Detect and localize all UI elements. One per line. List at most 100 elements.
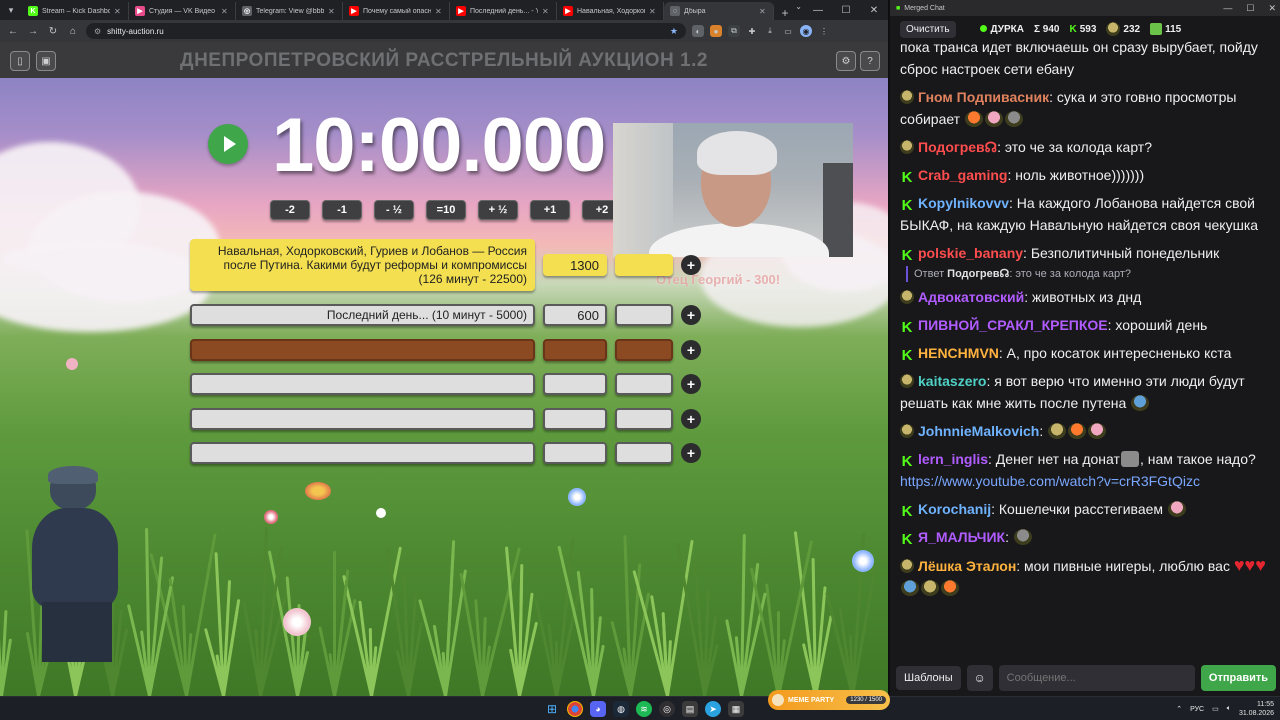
telegram-icon[interactable]: ➤ [705, 701, 721, 717]
time-adjust-button[interactable]: -2 [270, 200, 310, 220]
templates-button[interactable]: Шаблоны [896, 666, 961, 690]
lot-name-field[interactable] [190, 373, 535, 395]
lot-extra-field[interactable] [615, 408, 673, 430]
clear-chat-button[interactable]: Очистить [900, 20, 956, 38]
lot-name-field[interactable]: Навальная, Ходорковский, Гуриев и Лобано… [190, 239, 535, 291]
chat-username[interactable]: polskie_banany [918, 245, 1023, 261]
app-icon[interactable]: ▦ [728, 701, 744, 717]
split-view-icon[interactable]: ▭ [782, 25, 794, 37]
browser-tab[interactable]: ▶ Последний день... - YouTu ✕ [450, 2, 557, 20]
volume-icon[interactable]: 🔈︎ [1227, 705, 1231, 713]
lot-name-field[interactable] [190, 442, 535, 464]
lot-amount-field[interactable] [543, 339, 607, 361]
bookmark-star-icon[interactable]: ★ [670, 26, 678, 37]
add-to-lot-button[interactable]: + [681, 255, 701, 275]
lot-extra-field[interactable] [615, 339, 673, 361]
discord-icon[interactable]: ◕ [590, 701, 606, 717]
tab-close-icon[interactable]: ✕ [759, 7, 767, 16]
lot-extra-field[interactable] [615, 442, 673, 464]
chat-username[interactable]: Гном Подпивасник [918, 89, 1049, 105]
lot-extra-field[interactable] [615, 254, 673, 276]
lot-amount-field[interactable] [543, 408, 607, 430]
add-to-lot-button[interactable]: + [681, 409, 701, 429]
browser-tab[interactable]: ◎ Telegram: View @bbbreaki ✕ [236, 2, 343, 20]
tab-close-icon[interactable]: ✕ [542, 7, 550, 16]
site-info-icon[interactable]: ⚙ [94, 27, 101, 36]
browser-tab[interactable]: K Stream – Kick Dashboard ✕ [22, 2, 129, 20]
forward-icon[interactable]: → [26, 26, 40, 37]
time-adjust-button[interactable]: + ½ [478, 200, 518, 220]
time-adjust-button[interactable]: -1 [322, 200, 362, 220]
clock[interactable]: 11:55 31.08.2026 [1239, 700, 1274, 718]
extension-icon[interactable]: ● [710, 25, 722, 37]
chat-username[interactable]: Адвокатовский [918, 289, 1024, 305]
chat-messages[interactable]: пока транса идет включаешь он сразу выру… [890, 42, 1280, 660]
browser-tab[interactable]: ▶ Почему самый опасный м ✕ [343, 2, 450, 20]
time-adjust-button[interactable]: +1 [530, 200, 570, 220]
extensions-puzzle-icon[interactable]: ✚ [746, 25, 758, 37]
chat-username[interactable]: Лёшка Эталон [918, 558, 1016, 574]
chat-username[interactable]: kaitaszero [918, 373, 986, 389]
browser-tab[interactable]: ◌ Дбыра ✕ [664, 2, 774, 20]
browser-tab[interactable]: ▶ Студия — VK Видео Live ✕ [129, 2, 236, 20]
message-input[interactable] [998, 665, 1195, 691]
maximize-icon[interactable]: ☐ [1246, 3, 1254, 14]
send-button[interactable]: Отправить [1200, 665, 1276, 691]
emoji-icon[interactable]: ☺ [966, 665, 993, 691]
tab-close-icon[interactable]: ✕ [328, 7, 336, 16]
browser-tab[interactable]: ▶ Навальная, Ходорковский, ✕ [557, 2, 664, 20]
chat-username[interactable]: Crab_gaming [918, 167, 1007, 183]
back-icon[interactable]: ← [6, 26, 20, 37]
lot-amount-field[interactable] [543, 442, 607, 464]
windows-start-icon[interactable]: ⊞ [544, 701, 560, 717]
new-tab-button[interactable]: + [774, 6, 796, 20]
extension-icon[interactable]: ◐ [692, 25, 704, 37]
meme-party-widget[interactable]: MEME PARTY 1230 / 1500 [768, 690, 890, 710]
lot-amount-field[interactable] [543, 373, 607, 395]
language-indicator[interactable]: РУС [1190, 706, 1204, 713]
chat-username[interactable]: ПИВНОЙ_СРАКЛ_КРЕПКОЕ [918, 317, 1108, 333]
spotify-icon[interactable]: ≋ [636, 701, 652, 717]
add-to-lot-button[interactable]: + [681, 305, 701, 325]
download-icon[interactable]: ⤓ [764, 25, 776, 37]
tab-close-icon[interactable]: ✕ [114, 7, 122, 16]
app-icon[interactable]: ▤ [682, 701, 698, 717]
address-bar[interactable]: ⚙ shitty-auction.ru ★ [86, 23, 686, 39]
browser-menu-icon[interactable]: ⋮ [818, 25, 830, 37]
play-button[interactable] [208, 124, 248, 164]
add-to-lot-button[interactable]: + [681, 340, 701, 360]
add-to-lot-button[interactable]: + [681, 443, 701, 463]
extension-icon[interactable]: ⧉ [728, 25, 740, 37]
steam-icon[interactable]: ◍ [613, 701, 629, 717]
lot-name-field[interactable] [190, 408, 535, 430]
add-to-lot-button[interactable]: + [681, 374, 701, 394]
settings-gear-icon[interactable]: ⚙ [836, 51, 856, 71]
lot-name-field[interactable] [190, 339, 535, 361]
tab-close-icon[interactable]: ✕ [221, 7, 229, 16]
tab-search-icon[interactable]: ▾ [0, 0, 22, 20]
lot-extra-field[interactable] [615, 304, 673, 326]
chat-username[interactable]: Подогрев☊ [918, 139, 997, 155]
chat-username[interactable]: Kopylnikovvv [918, 195, 1009, 211]
chat-username[interactable]: JohnnieMalkovich [918, 423, 1039, 439]
reload-icon[interactable]: ↻ [46, 26, 60, 37]
home-icon[interactable]: ⌂ [66, 26, 80, 37]
minimize-icon[interactable]: — [804, 0, 832, 20]
tab-close-icon[interactable]: ✕ [435, 7, 443, 16]
lot-amount-field[interactable]: 600 [543, 304, 607, 326]
lot-extra-field[interactable] [615, 373, 673, 395]
close-icon[interactable]: ✕ [1268, 3, 1276, 14]
obs-icon[interactable]: ◎ [659, 701, 675, 717]
time-adjust-button[interactable]: - ½ [374, 200, 414, 220]
network-icon[interactable]: ▭ [1212, 705, 1219, 713]
tab-close-icon[interactable]: ✕ [649, 7, 657, 16]
tray-overflow-icon[interactable]: ⌃ [1176, 705, 1182, 713]
chat-username[interactable]: Я_МАЛЬЧИК [918, 529, 1005, 545]
chat-username[interactable]: lern_inglis [918, 451, 988, 467]
close-icon[interactable]: ✕ [860, 0, 888, 20]
minimize-icon[interactable]: — [1223, 3, 1232, 14]
time-adjust-button[interactable]: =10 [426, 200, 466, 220]
chat-link[interactable]: https://www.youtube.com/watch?v=crR3FGtQ… [900, 473, 1200, 489]
lot-amount-field[interactable]: 1300 [543, 254, 607, 276]
chat-username[interactable]: Korochanij [918, 501, 991, 517]
